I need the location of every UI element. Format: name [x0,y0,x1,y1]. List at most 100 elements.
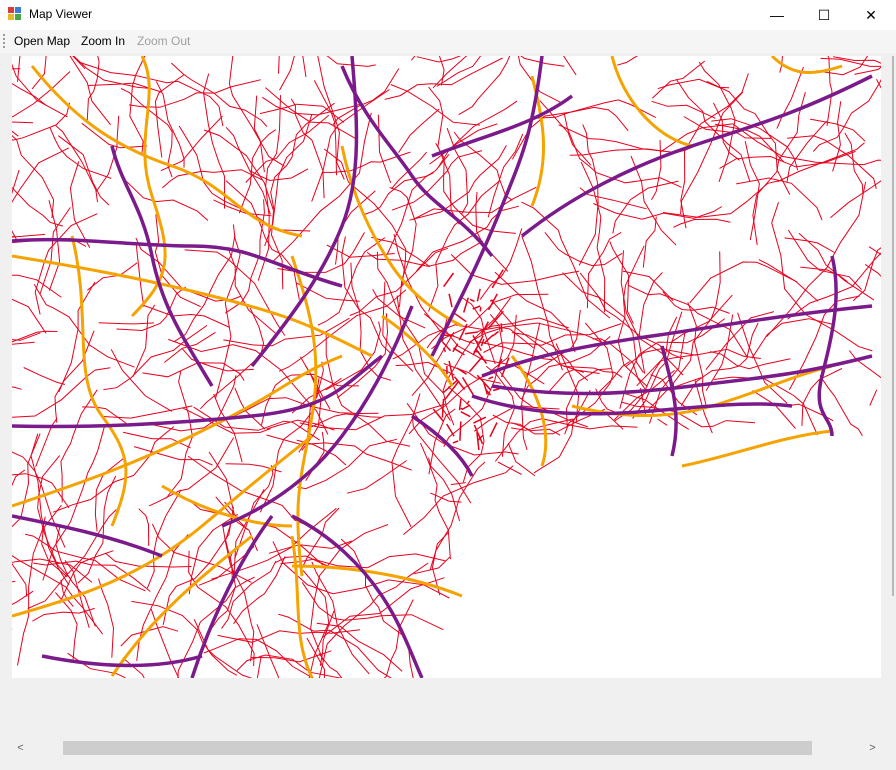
minor-road [143,305,231,328]
toolbar-grip[interactable] [3,34,5,49]
minor-road [12,147,70,241]
scrollbar-thumb[interactable] [63,741,812,755]
minor-road [301,582,444,631]
minor-road [627,284,749,358]
minor-road [473,416,487,424]
minor-road [488,376,494,380]
minor-road [715,123,785,163]
minor-road [17,516,46,666]
minor-road [402,465,514,535]
minor-road [12,63,68,118]
maximize-button[interactable]: ☐ [801,0,847,30]
minor-road [489,422,498,438]
minor-road [110,349,173,412]
minor-road [776,66,804,129]
minor-road [432,408,444,422]
minor-road [453,312,467,323]
minor-road [12,82,47,106]
minor-road [58,281,96,393]
minor-road [876,79,881,89]
minor-road [69,161,91,249]
minor-road [844,132,864,194]
minor-road [98,322,155,325]
chevron-right-icon: > [869,742,876,754]
minor-road [398,108,440,153]
minor-road [442,272,455,288]
minor-road [446,423,455,437]
minor-road [826,56,833,126]
minor-road [132,304,156,377]
minor-road [138,508,150,546]
minor-road [854,66,881,75]
minor-road [420,442,451,560]
minor-road [680,91,744,215]
minor-road [409,145,507,221]
minor-road [638,272,663,374]
minor-road [651,100,716,119]
minor-road [200,307,265,410]
app-icon [8,7,22,21]
minor-road [709,351,791,370]
minor-road [148,437,235,507]
minor-road [490,299,584,373]
minimize-icon: — [770,7,784,23]
minor-road [416,56,461,63]
minor-road [321,577,445,638]
minor-road [101,405,193,419]
arterial-roads [12,56,843,678]
minor-road [479,306,482,312]
minor-road [332,68,400,126]
minor-road [869,389,878,406]
toolbar: Open Map Zoom In Zoom Out [0,30,896,53]
minor-road [256,624,280,678]
minor-road [135,242,145,307]
minimize-button[interactable]: — [754,0,800,30]
minor-road [466,400,470,405]
minor-road [12,186,64,227]
minor-road [236,654,341,678]
minor-road [752,390,796,429]
map-canvas[interactable] [12,56,881,678]
minor-road [476,374,492,391]
minor-road [620,250,684,376]
minor-road [565,368,611,428]
minor-road [461,377,475,396]
close-icon: ✕ [865,6,877,23]
minor-road [228,56,285,167]
window-edge [892,56,894,596]
minor-road [170,62,268,127]
minor-road [494,418,638,462]
minor-road [563,365,623,378]
open-map-button[interactable]: Open Map [14,34,70,48]
minor-road [438,100,518,168]
minor-road [461,404,471,411]
minor-road [544,231,623,267]
minor-road [832,101,842,172]
minor-road [12,134,55,218]
horizontal-scrollbar[interactable]: < > [12,738,881,758]
map-image [12,56,881,678]
minor-road [12,580,16,583]
minor-road [384,57,503,100]
minor-road [459,421,462,441]
minor-road [448,293,453,308]
minor-road [311,561,370,675]
zoom-in-button[interactable]: Zoom In [81,34,125,48]
scroll-left-button[interactable]: < [12,738,29,758]
minor-road [786,120,827,182]
minor-road [612,180,679,234]
minor-road [103,324,208,391]
minor-road [642,216,657,268]
minor-road [78,61,224,127]
minor-road [492,388,500,392]
scroll-right-button[interactable]: > [864,738,881,758]
minor-road [490,299,494,302]
minor-road [225,180,300,300]
title-bar: Map Viewer — ☐ ✕ [0,0,896,30]
close-button[interactable]: ✕ [848,0,894,30]
maximize-icon: ☐ [817,6,831,23]
minor-road [416,205,520,272]
minor-road [500,323,503,333]
minor-road [507,442,536,477]
minor-road [787,229,862,290]
